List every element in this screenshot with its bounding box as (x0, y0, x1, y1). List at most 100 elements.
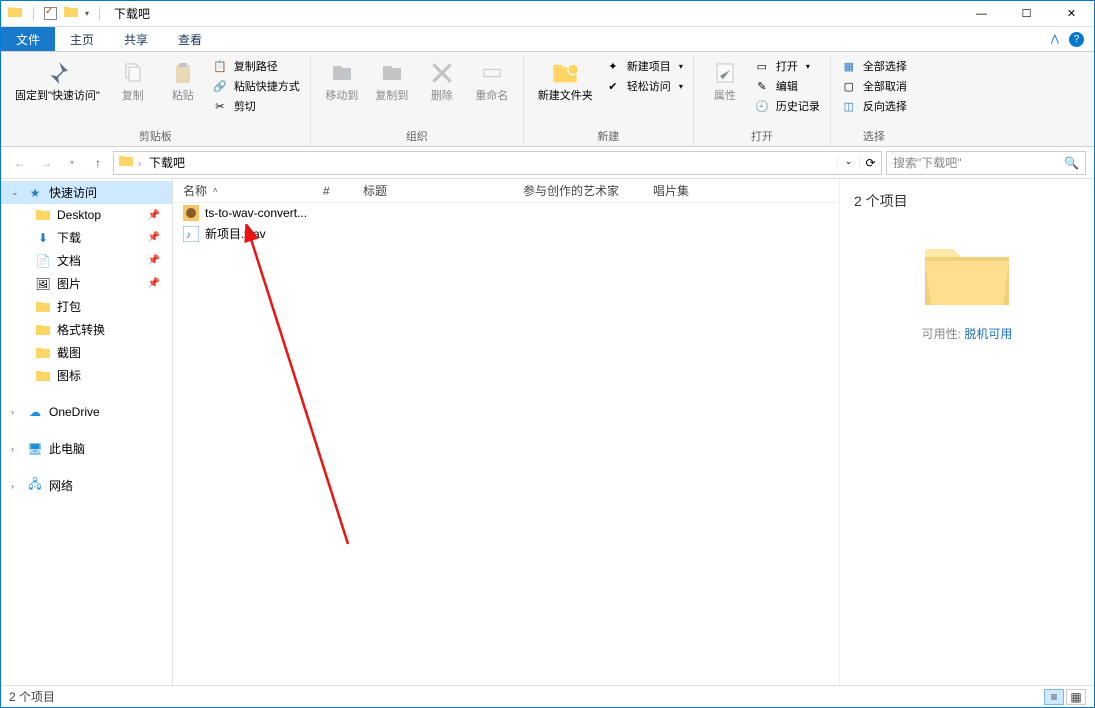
download-icon: ⬇ (35, 230, 51, 246)
file-row[interactable]: ♪ 新项目.wav (183, 223, 839, 244)
search-icon: 🔍 (1064, 156, 1079, 170)
history-button[interactable]: 🕘历史记录 (754, 98, 820, 114)
new-item-button[interactable]: ✦新建项目▾ (605, 58, 683, 74)
shortcut-icon: 🔗 (212, 78, 228, 94)
qa-checkbox-1[interactable] (44, 7, 57, 20)
column-album[interactable]: 唱片集 (653, 182, 753, 199)
sidebar-item-icon[interactable]: 图标 (1, 364, 172, 387)
select-none-icon: ▢ (841, 78, 857, 94)
select-all-button[interactable]: ▦全部选择 (841, 58, 907, 74)
breadcrumb-item[interactable]: 下载吧 (145, 154, 189, 171)
column-number[interactable]: # (323, 184, 363, 198)
select-none-button[interactable]: ▢全部取消 (841, 78, 907, 94)
file-row[interactable]: ts-to-wav-convert... (183, 203, 839, 223)
folder-icon (63, 4, 79, 23)
help-icon[interactable]: ? (1069, 32, 1084, 47)
sidebar-item-pictures[interactable]: 🖼图片📌 (1, 272, 172, 295)
tab-home[interactable]: 主页 (55, 27, 109, 51)
sidebar-item-downloads[interactable]: ⬇下载📌 (1, 226, 172, 249)
pin-icon: 📌 (148, 210, 160, 221)
ribbon-group-organize: 移动到 复制到 删除 重命名 组织 (311, 56, 524, 146)
column-name[interactable]: 名称 (183, 182, 207, 199)
tab-share[interactable]: 共享 (109, 27, 163, 51)
recent-dropdown[interactable]: ▾ (61, 152, 83, 174)
crumb-separator-icon[interactable]: › (138, 158, 141, 168)
maximize-button[interactable]: ☐ (1004, 1, 1049, 27)
title-bar: ▾ 下载吧 — ☐ ✕ (1, 1, 1094, 27)
sidebar-item-desktop[interactable]: Desktop📌 (1, 204, 172, 226)
details-count: 2 个项目 (854, 191, 1080, 211)
copy-to-icon (377, 58, 407, 88)
minimize-button[interactable]: — (959, 1, 1004, 27)
column-title[interactable]: 标题 (363, 182, 523, 199)
status-text: 2 个项目 (9, 688, 55, 705)
properties-button: 属性 (704, 56, 746, 105)
pin-icon: 📌 (148, 232, 160, 243)
open-icon: ▭ (754, 58, 770, 74)
qa-dropdown-caret-icon[interactable]: ▾ (85, 9, 89, 18)
easy-access-button[interactable]: ✔轻松访问▾ (605, 78, 683, 94)
sidebar-item-documents[interactable]: 📄文档📌 (1, 249, 172, 272)
ribbon-group-new: 新建文件夹 ✦新建项目▾ ✔轻松访问▾ 新建 (524, 56, 694, 146)
pin-to-quick-access-button[interactable]: 固定到"快速访问" (11, 56, 104, 105)
refresh-button[interactable]: ⟳ (859, 156, 881, 170)
new-folder-icon (550, 58, 580, 88)
copy-to-button: 复制到 (371, 56, 413, 105)
folder-icon (35, 322, 51, 338)
cut-button: ✂剪切 (212, 98, 300, 114)
close-button[interactable]: ✕ (1049, 1, 1094, 27)
navigation-pane[interactable]: ⌄ ★ 快速访问 Desktop📌 ⬇下载📌 📄文档📌 🖼图片📌 打包 格式转换… (1, 179, 173, 685)
ribbon: 固定到"快速访问" 复制 粘贴 📋复制路径 🔗粘贴快捷方式 ✂剪切 剪贴板 移动… (1, 52, 1094, 147)
address-dropdown-icon[interactable]: ⌄ (837, 156, 859, 170)
back-button[interactable]: ← (9, 152, 31, 174)
forward-button: → (35, 152, 57, 174)
sidebar-item-network[interactable]: ›🖧网络 (1, 474, 172, 497)
up-button[interactable]: ↑ (87, 152, 109, 174)
expand-icon[interactable]: › (11, 407, 21, 417)
address-bar[interactable]: › 下载吧 ⌄ ⟳ (113, 151, 882, 175)
details-availability: 可用性: 脱机可用 (854, 325, 1080, 342)
group-label: 剪贴板 (139, 128, 172, 144)
view-icons-button[interactable]: ▦ (1066, 689, 1086, 705)
sort-asc-icon: ˄ (213, 186, 218, 195)
pin-icon: 📌 (148, 278, 160, 289)
sidebar-item-quick-access[interactable]: ⌄ ★ 快速访问 (1, 181, 172, 204)
column-artist[interactable]: 参与创作的艺术家 (523, 182, 653, 199)
invert-selection-button[interactable]: ◫反向选择 (841, 98, 907, 114)
expand-icon[interactable]: ⌄ (11, 187, 21, 198)
pin-icon (42, 58, 72, 88)
tab-view[interactable]: 查看 (163, 27, 217, 51)
main-area: ⌄ ★ 快速访问 Desktop📌 ⬇下载📌 📄文档📌 🖼图片📌 打包 格式转换… (1, 179, 1094, 685)
column-headers[interactable]: 名称 ˄ # 标题 参与创作的艺术家 唱片集 (173, 179, 839, 203)
view-details-button[interactable]: ≡ (1044, 689, 1064, 705)
expand-icon[interactable]: › (11, 444, 21, 454)
sidebar-item-this-pc[interactable]: ›🖥此电脑 (1, 437, 172, 460)
folder-icon (35, 207, 51, 223)
ribbon-group-open: 属性 ▭打开▾ ✎编辑 🕘历史记录 打开 (694, 56, 831, 146)
sidebar-item-format-convert[interactable]: 格式转换 (1, 318, 172, 341)
sidebar-item-onedrive[interactable]: ›☁OneDrive (1, 401, 172, 423)
status-bar: 2 个项目 ≡ ▦ (1, 685, 1094, 707)
sidebar-item-dabao[interactable]: 打包 (1, 295, 172, 318)
path-icon: 📋 (212, 58, 228, 74)
file-name: 新项目.wav (205, 225, 266, 242)
search-input[interactable]: 搜索"下载吧" 🔍 (886, 151, 1086, 175)
sidebar-item-screenshot[interactable]: 截图 (1, 341, 172, 364)
expand-icon[interactable]: › (11, 481, 21, 491)
rename-button: 重命名 (471, 56, 513, 105)
easy-access-icon: ✔ (605, 78, 621, 94)
separator (99, 7, 100, 21)
copy-button: 复制 (112, 56, 154, 105)
new-folder-button[interactable]: 新建文件夹 (534, 56, 597, 105)
folder-icon (35, 345, 51, 361)
details-pane: 2 个项目 可用性: 脱机可用 (839, 179, 1094, 685)
ribbon-group-clipboard: 固定到"快速访问" 复制 粘贴 📋复制路径 🔗粘贴快捷方式 ✂剪切 剪贴板 (1, 56, 311, 146)
delete-icon (427, 58, 457, 88)
navigation-bar: ← → ▾ ↑ › 下载吧 ⌄ ⟳ 搜索"下载吧" 🔍 (1, 147, 1094, 179)
edit-icon: ✎ (754, 78, 770, 94)
folder-icon (7, 4, 23, 23)
tab-file[interactable]: 文件 (1, 27, 55, 51)
separator (33, 7, 34, 21)
document-icon: 📄 (35, 253, 51, 269)
collapse-ribbon-icon[interactable]: ⋀ (1051, 34, 1059, 45)
